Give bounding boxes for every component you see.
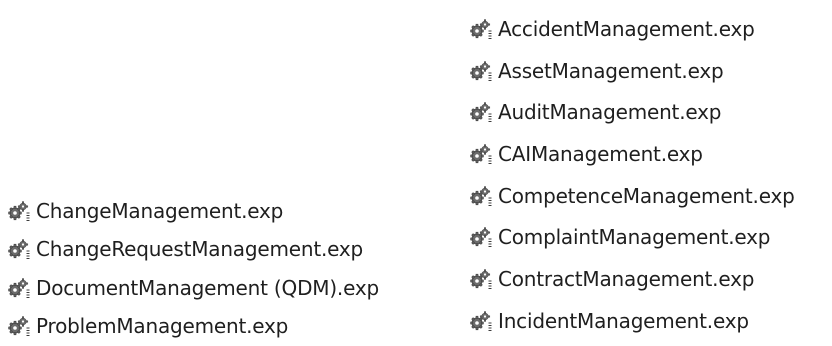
- file-name: ContractManagement.exp: [498, 266, 755, 291]
- file-name: ChangeRequestManagement.exp: [36, 237, 364, 262]
- file-name: CompetenceManagement.exp: [498, 183, 795, 208]
- exp-file-icon: [470, 143, 492, 165]
- file-item-competence-management[interactable]: CompetenceManagement.exp: [470, 175, 795, 217]
- file-name: AuditManagement.exp: [498, 100, 722, 125]
- file-list-left-column: ChangeManagement.exp ChangeRequestManage…: [8, 192, 379, 345]
- file-name: CAIManagement.exp: [498, 141, 703, 166]
- file-item-problem-management[interactable]: ProblemManagement.exp: [8, 307, 379, 345]
- file-item-asset-management[interactable]: AssetManagement.exp: [470, 50, 795, 92]
- file-item-cai-management[interactable]: CAIManagement.exp: [470, 133, 795, 175]
- exp-file-icon: [470, 226, 492, 248]
- exp-file-icon: [470, 18, 492, 40]
- file-item-audit-management[interactable]: AuditManagement.exp: [470, 91, 795, 133]
- file-item-change-request-management[interactable]: ChangeRequestManagement.exp: [8, 230, 379, 268]
- file-name: DocumentManagement (QDM).exp: [36, 275, 379, 300]
- file-name: IncidentManagement.exp: [498, 308, 749, 333]
- file-list-right-column: AccidentManagement.exp AssetManagement.e…: [470, 8, 795, 342]
- exp-file-icon: [470, 310, 492, 332]
- file-item-accident-management[interactable]: AccidentManagement.exp: [470, 8, 795, 50]
- file-name: ChangeManagement.exp: [36, 199, 284, 224]
- file-item-change-management[interactable]: ChangeManagement.exp: [8, 192, 379, 230]
- file-item-contract-management[interactable]: ContractManagement.exp: [470, 258, 795, 300]
- file-name: AssetManagement.exp: [498, 58, 724, 83]
- exp-file-icon: [8, 315, 30, 337]
- exp-file-icon: [470, 185, 492, 207]
- exp-file-icon: [470, 268, 492, 290]
- exp-file-icon: [8, 238, 30, 260]
- file-name: ComplaintManagement.exp: [498, 225, 771, 250]
- file-item-complaint-management[interactable]: ComplaintManagement.exp: [470, 216, 795, 258]
- file-name: AccidentManagement.exp: [498, 16, 755, 41]
- exp-file-icon: [8, 200, 30, 222]
- exp-file-icon: [470, 60, 492, 82]
- file-item-incident-management[interactable]: IncidentManagement.exp: [470, 300, 795, 342]
- file-item-document-management-qdm[interactable]: DocumentManagement (QDM).exp: [8, 269, 379, 307]
- file-name: ProblemManagement.exp: [36, 314, 289, 339]
- exp-file-icon: [470, 101, 492, 123]
- exp-file-icon: [8, 277, 30, 299]
